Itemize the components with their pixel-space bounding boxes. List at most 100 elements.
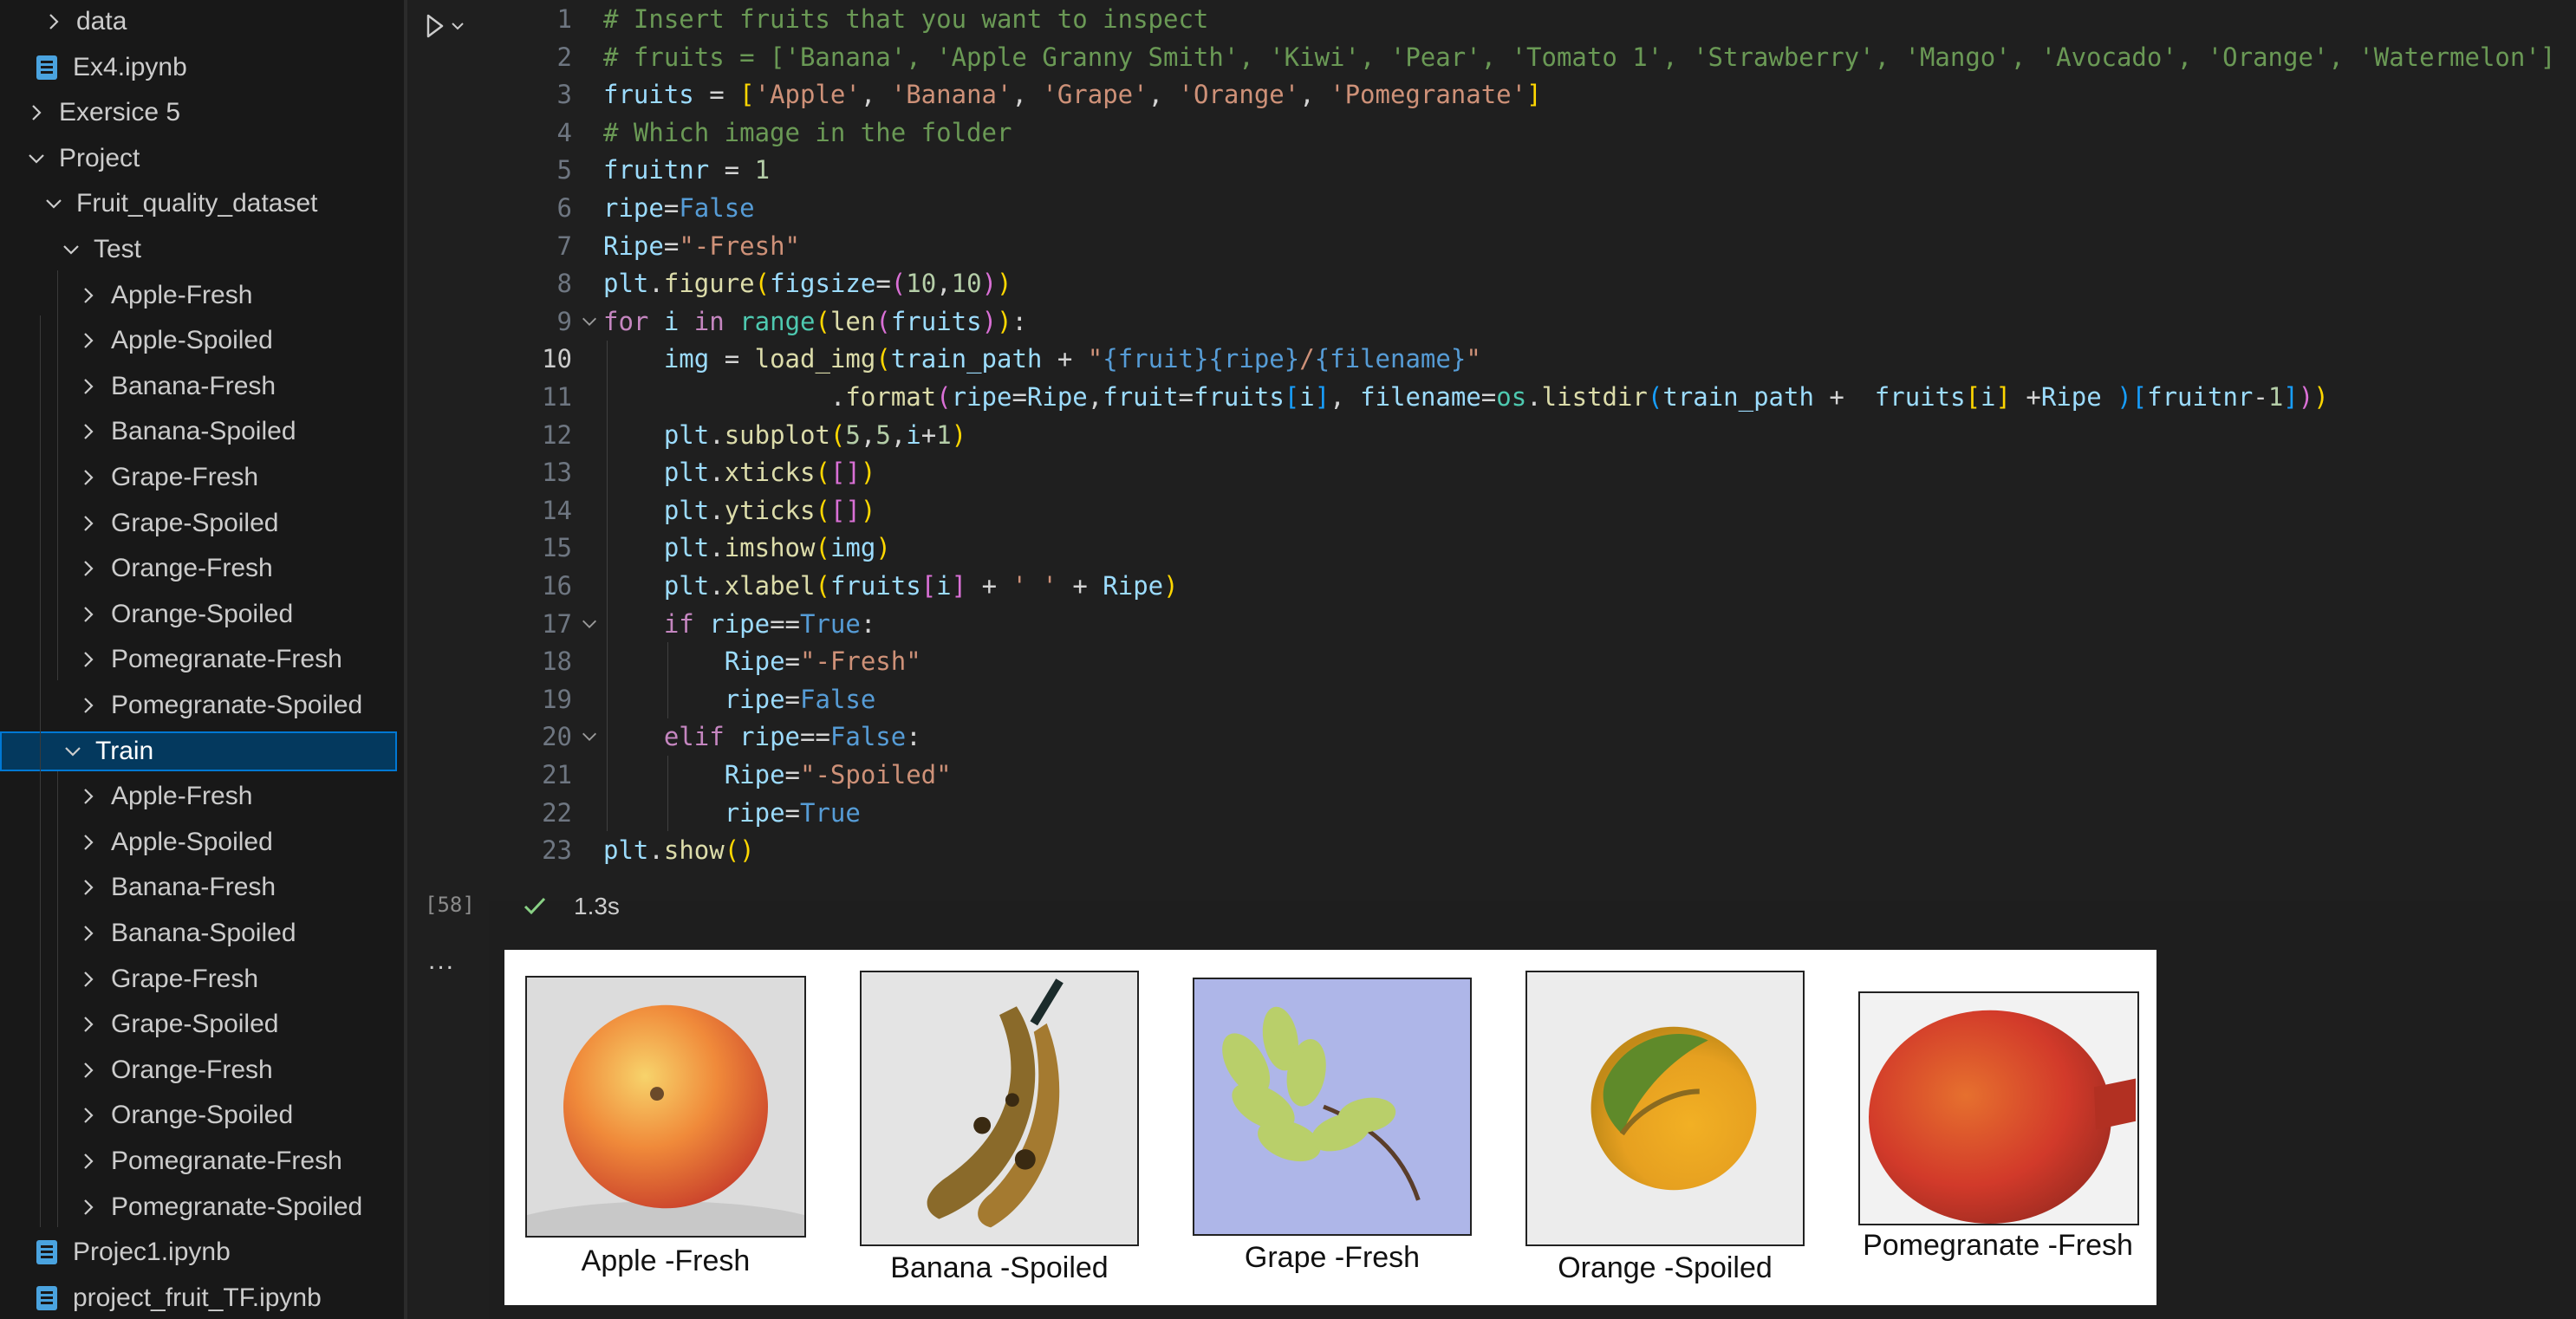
code-line[interactable]: 14 plt.yticks([]) [489,491,2569,530]
code-line[interactable]: 13 plt.xticks([]) [489,453,2569,491]
explorer-folder-item[interactable]: Banana-Fresh [0,367,399,406]
chevron-right-icon[interactable] [76,1195,101,1219]
code-line[interactable]: 5 fruitnr = 1 [489,152,2569,190]
code-line[interactable]: 10 img = load_img(train_path + "{fruit}{… [489,341,2569,379]
chevron-right-icon[interactable] [76,556,101,581]
fold-chevron-icon[interactable] [579,614,600,634]
explorer-folder-item[interactable]: Pomegranate-Fresh [0,1141,399,1181]
explorer-folder-item[interactable]: Test [0,230,399,270]
code-line[interactable]: 4 # Which image in the folder [489,114,2569,152]
line-number: 9 [556,306,572,336]
code-line[interactable]: 23 plt.show() [489,831,2569,869]
notebook-file-icon [36,1240,57,1265]
code-line[interactable]: 16 plt.xlabel(fruits[i] + ' ' + Ripe) [489,567,2569,605]
chevron-down-icon[interactable] [42,192,66,216]
code-line[interactable]: 22 ripe=True [489,794,2569,832]
explorer-file-item[interactable]: project_fruit_TF.ipynb [0,1278,399,1318]
code-line[interactable]: 1 # Insert fruits that you want to inspec… [489,0,2569,38]
code-line[interactable]: 8 plt.figure(figsize=(10,10)) [489,264,2569,302]
explorer-item-label: Banana-Fresh [111,873,276,902]
chevron-right-icon[interactable] [76,602,101,627]
explorer-folder-item[interactable]: Train [0,731,397,771]
code-line[interactable]: 18 Ripe="-Fresh" [489,642,2569,680]
chevron-right-icon[interactable] [76,283,101,308]
output-actions-button[interactable]: ... [428,946,455,976]
explorer-folder-item[interactable]: Banana-Spoiled [0,412,399,452]
chevron-right-icon[interactable] [76,921,101,945]
code-line[interactable]: 11 .format(ripe=Ripe,fruit=fruits[i], fi… [489,378,2569,416]
explorer-folder-item[interactable]: Grape-Fresh [0,959,399,999]
explorer-item-label: Banana-Spoiled [111,417,296,446]
execution-count: [58] [425,893,475,917]
chevron-right-icon[interactable] [76,693,101,718]
explorer-folder-item[interactable]: Apple-Fresh [0,776,399,816]
code-line[interactable]: 12 plt.subplot(5,5,i+1) [489,416,2569,454]
explorer-item-label: Pomegranate-Spoiled [111,1192,363,1221]
notebook-file-icon [36,55,57,80]
chevron-right-icon[interactable] [76,465,101,490]
code-line[interactable]: 2 # fruits = ['Banana', 'Apple Granny Smi… [489,38,2569,76]
code-line[interactable]: 17 if ripe==True: [489,605,2569,643]
explorer-folder-item[interactable]: Orange-Fresh [0,549,399,588]
explorer-folder-item[interactable]: Orange-Spoiled [0,595,399,634]
code-line[interactable]: 21 Ripe="-Spoiled" [489,756,2569,794]
explorer-folder-item[interactable]: Apple-Spoiled [0,822,399,862]
chevron-right-icon[interactable] [76,784,101,809]
chevron-right-icon[interactable] [24,101,49,125]
explorer-folder-item[interactable]: Grape-Fresh [0,458,399,497]
subplot-xlabel: Pomegranate -Fresh [1863,1229,2133,1262]
explorer-folder-item[interactable]: Project [0,139,399,179]
explorer-folder-item[interactable]: Banana-Spoiled [0,913,399,953]
explorer-folder-item[interactable]: Pomegranate-Spoiled [0,685,399,725]
success-check-icon [524,897,546,915]
explorer-folder-item[interactable]: Orange-Fresh [0,1050,399,1090]
code-editor[interactable]: 1 # Insert fruits that you want to inspec… [489,0,2576,888]
explorer-folder-item[interactable]: Fruit_quality_dataset [0,184,399,224]
code-line[interactable]: 9 for i in range(len(fruits)): [489,302,2569,341]
code-line[interactable]: 7 Ripe="-Fresh" [489,227,2569,265]
tree-indent-guide [57,771,58,1228]
explorer-folder-item[interactable]: Grape-Spoiled [0,1004,399,1044]
chevron-right-icon[interactable] [76,647,101,672]
explorer-folder-item[interactable]: Orange-Spoiled [0,1095,399,1135]
fold-chevron-icon[interactable] [579,726,600,747]
fold-chevron-icon[interactable] [579,311,600,332]
code-line[interactable]: 3 fruits = ['Apple', 'Banana', 'Grape', '… [489,75,2569,114]
code-line[interactable]: 6 ripe=False [489,189,2569,227]
code-text: plt.imshow(img) [663,533,891,563]
chevron-down-icon[interactable] [24,146,49,171]
code-line[interactable]: 15 plt.imshow(img) [489,530,2569,568]
explorer-file-item[interactable]: Projec1.ipynb [0,1232,399,1272]
chevron-down-icon[interactable] [61,739,85,763]
chevron-right-icon[interactable] [76,1058,101,1082]
explorer-folder-item[interactable]: data [0,2,399,42]
explorer-folder-item[interactable]: Exersice 5 [0,93,399,133]
chevron-right-icon[interactable] [76,328,101,353]
chevron-right-icon[interactable] [76,875,101,900]
chevron-right-icon[interactable] [76,419,101,444]
chevron-right-icon[interactable] [76,511,101,536]
explorer-folder-item[interactable]: Apple-Fresh [0,276,399,315]
line-number: 18 [542,647,572,677]
chevron-right-icon[interactable] [76,374,101,399]
chevron-right-icon[interactable] [76,830,101,854]
explorer-folder-item[interactable]: Pomegranate-Fresh [0,640,399,679]
code-line[interactable]: 20 elif ripe==False: [489,718,2569,757]
subplot-xlabel: Grape -Fresh [1244,1241,1421,1274]
chevron-right-icon[interactable] [76,1149,101,1173]
chevron-right-icon[interactable] [42,10,66,34]
output-figure: Apple -Fresh Banana -Spoiled Grape -Fresh O… [504,950,2156,1305]
explorer-folder-item[interactable]: Banana-Fresh [0,867,399,907]
run-cell-button[interactable] [421,10,473,42]
chevron-right-icon[interactable] [76,967,101,991]
chevron-right-icon[interactable] [76,1103,101,1127]
chevron-down-icon[interactable] [59,237,83,262]
line-number: 23 [542,835,572,866]
explorer-folder-item[interactable]: Grape-Spoiled [0,504,399,543]
explorer-file-item[interactable]: Ex4.ipynb [0,48,399,88]
chevron-right-icon[interactable] [76,1012,101,1036]
explorer-folder-item[interactable]: Pomegranate-Spoiled [0,1187,399,1227]
cell-gutter [407,0,489,1319]
explorer-folder-item[interactable]: Apple-Spoiled [0,321,399,361]
code-line[interactable]: 19 ripe=False [489,680,2569,718]
